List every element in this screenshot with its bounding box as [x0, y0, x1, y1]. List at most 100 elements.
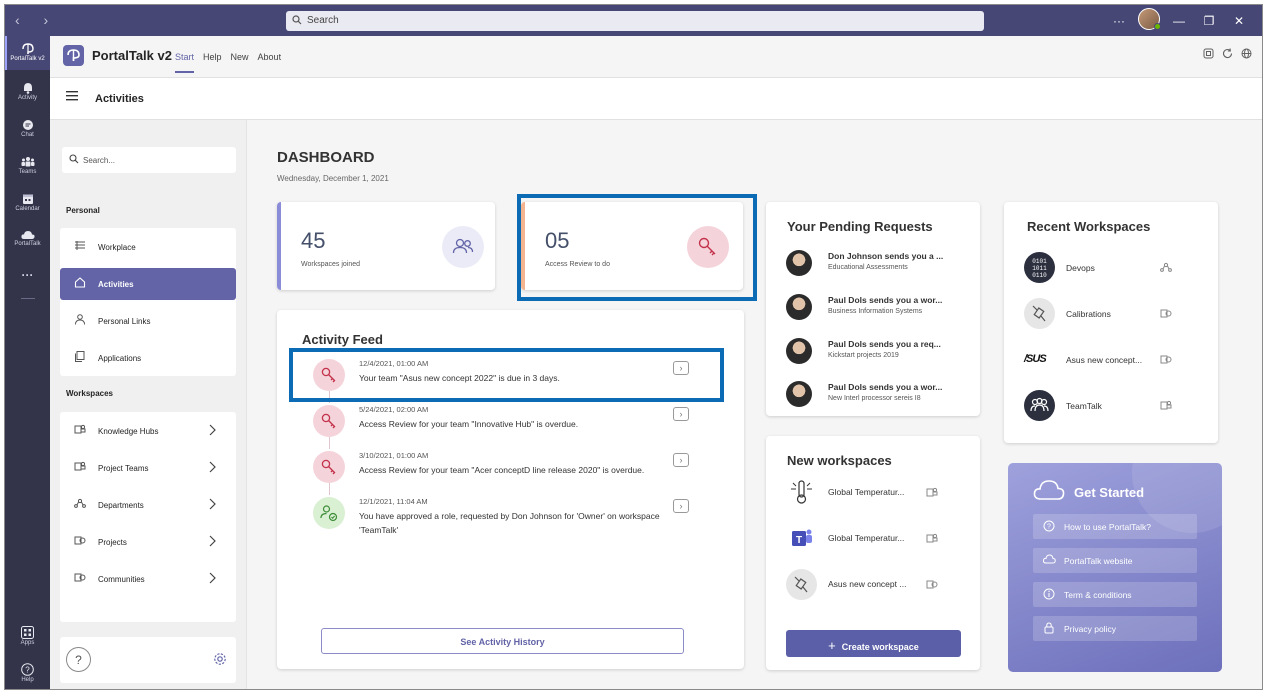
- app-rail: PortalTalk v2 Activity Chat Teams Calend…: [5, 36, 50, 689]
- nav-item-communities[interactable]: Communities: [60, 563, 236, 595]
- key-icon: [313, 405, 345, 437]
- refresh-icon[interactable]: [1222, 48, 1233, 59]
- svg-text:?: ?: [1047, 524, 1051, 531]
- recent-workspace-item[interactable]: 0101 1011 0110 Devops: [1024, 252, 1194, 286]
- feed-open-button[interactable]: ›: [673, 407, 689, 421]
- chat-icon: [22, 120, 33, 130]
- pending-request-item[interactable]: Paul Dols sends you a req... Kickstart p…: [786, 335, 966, 371]
- tab-help[interactable]: Help: [203, 52, 222, 73]
- key-icon: [313, 451, 345, 483]
- rail-teams[interactable]: Teams: [5, 156, 50, 175]
- cloud-icon: [1043, 554, 1056, 564]
- tab-about[interactable]: About: [258, 52, 282, 73]
- chevron-right-icon[interactable]: [208, 424, 216, 436]
- rail-activity[interactable]: Activity: [5, 82, 50, 101]
- get-started-card: Get Started ? How to use PortalTalk? Por…: [1008, 463, 1222, 672]
- org-icon: [74, 498, 86, 508]
- request-title: Paul Dols sends you a wor...: [828, 295, 943, 305]
- rail-help[interactable]: ? Help: [5, 663, 50, 683]
- chevron-right-icon[interactable]: [208, 572, 216, 584]
- new-workspace-item[interactable]: Asus new concept ...: [786, 569, 956, 603]
- minimize-icon[interactable]: —: [1164, 14, 1194, 28]
- stat-card-workspaces[interactable]: 45 Workspaces joined: [277, 202, 495, 290]
- dashboard-date: Wednesday, December 1, 2021: [277, 174, 389, 183]
- recent-title: Recent Workspaces: [1027, 219, 1151, 234]
- chevron-right-icon[interactable]: [208, 498, 216, 510]
- rail-portaltalk-v2[interactable]: PortalTalk v2: [5, 36, 50, 70]
- nav-item-departments[interactable]: Departments: [60, 489, 236, 521]
- teamtalk-logo-icon: [1024, 390, 1055, 421]
- feed-item[interactable]: 12/1/2021, 11:04 AM You have approved a …: [307, 493, 697, 539]
- nav-item-personal-links[interactable]: Personal Links: [60, 305, 236, 337]
- svg-text:?: ?: [25, 666, 30, 675]
- workspaces-nav-card: Knowledge Hubs Project Teams Departments…: [60, 412, 236, 622]
- recent-workspace-item[interactable]: Calibrations: [1024, 298, 1194, 332]
- link-how-to-use[interactable]: ? How to use PortalTalk?: [1033, 514, 1197, 539]
- approved-icon: [313, 497, 345, 529]
- feed-item[interactable]: 3/10/2021, 01:00 AM Access Review for yo…: [307, 447, 697, 495]
- new-workspace-item[interactable]: Global Temperatur...: [786, 477, 956, 511]
- chevron-right-icon[interactable]: [208, 461, 216, 473]
- app-title: PortalTalk v2: [92, 48, 172, 63]
- popout-icon[interactable]: [1203, 48, 1214, 59]
- tab-new[interactable]: New: [231, 52, 249, 73]
- nav-search-input[interactable]: Search...: [62, 147, 236, 173]
- recent-workspace-item[interactable]: /SUS Asus new concept...: [1024, 344, 1194, 378]
- devops-logo: 0101 1011 0110: [1024, 252, 1055, 283]
- teams-window: ‹ › Search ··· — ❐ ✕ PortalTalk v2 Activ…: [4, 4, 1263, 690]
- left-navigation: Search... Personal Workplace Activities …: [50, 120, 247, 689]
- globe-icon[interactable]: [1241, 48, 1252, 59]
- workspace-name: Global Temperatur...: [828, 533, 905, 543]
- nav-item-applications[interactable]: Applications: [60, 342, 236, 374]
- hamburger-menu-icon[interactable]: [66, 91, 78, 101]
- close-icon[interactable]: ✕: [1224, 14, 1254, 28]
- info-icon: [1043, 588, 1055, 600]
- link-portaltalk-website[interactable]: PortalTalk website: [1033, 548, 1197, 573]
- project-icon: [74, 536, 86, 545]
- create-workspace-button[interactable]: + Create workspace: [786, 630, 961, 657]
- rail-more[interactable]: ···: [5, 268, 50, 282]
- teams-logo-icon: [1160, 400, 1172, 410]
- list-icon: [75, 241, 85, 250]
- rail-apps[interactable]: Apps: [5, 626, 50, 646]
- pending-request-item[interactable]: Paul Dols sends you a wor... Business In…: [786, 291, 966, 327]
- teams-icon: [21, 157, 34, 167]
- request-title: Paul Dols sends you a wor...: [828, 382, 943, 392]
- see-activity-history-button[interactable]: See Activity History: [321, 628, 684, 654]
- feed-open-button[interactable]: ›: [673, 499, 689, 513]
- ms-teams-icon: T: [792, 529, 812, 546]
- global-search-input[interactable]: Search: [286, 11, 984, 31]
- more-options-button[interactable]: ···: [1104, 14, 1134, 28]
- workspace-name: Asus new concept...: [1066, 355, 1143, 365]
- nav-arrows[interactable]: ‹ ›: [15, 12, 58, 28]
- rail-calendar[interactable]: Calendar: [5, 193, 50, 212]
- nav-item-activities[interactable]: Activities: [60, 268, 236, 300]
- feed-item[interactable]: 5/24/2021, 02:00 AM Access Review for yo…: [307, 401, 697, 449]
- rail-portaltalk[interactable]: PortalTalk: [5, 230, 50, 247]
- stat-accent-bar: [277, 202, 281, 290]
- link-privacy-policy[interactable]: Privacy policy: [1033, 616, 1197, 641]
- new-workspace-item[interactable]: T Global Temperatur...: [786, 523, 956, 557]
- tab-start[interactable]: Start: [175, 52, 195, 73]
- help-button[interactable]: ?: [66, 647, 91, 672]
- chevron-right-icon[interactable]: [208, 535, 216, 547]
- stat-label: Workspaces joined: [301, 261, 361, 268]
- highlight-box-stat: [517, 194, 757, 301]
- cloud-icon: [1033, 480, 1065, 500]
- recent-workspace-item[interactable]: TeamTalk: [1024, 390, 1194, 424]
- rail-chat[interactable]: Chat: [5, 119, 50, 138]
- maximize-icon[interactable]: ❐: [1194, 14, 1224, 28]
- pending-request-item[interactable]: Paul Dols sends you a wor... New Interl …: [786, 378, 966, 414]
- feed-open-button[interactable]: ›: [673, 453, 689, 467]
- get-started-title: Get Started: [1074, 485, 1145, 500]
- nav-item-project-teams[interactable]: Project Teams: [60, 452, 236, 484]
- pending-request-item[interactable]: Don Johnson sends you a ... Educational …: [786, 247, 966, 283]
- link-terms[interactable]: Term & conditions: [1033, 582, 1197, 607]
- nav-item-workplace[interactable]: Workplace: [60, 231, 236, 263]
- user-avatar[interactable]: [1134, 8, 1164, 33]
- nav-item-knowledge-hubs[interactable]: Knowledge Hubs: [60, 415, 236, 447]
- gear-icon[interactable]: [213, 652, 227, 666]
- nav-item-projects[interactable]: Projects: [60, 526, 236, 558]
- request-title: Paul Dols sends you a req...: [828, 339, 941, 349]
- avatar: [786, 338, 812, 364]
